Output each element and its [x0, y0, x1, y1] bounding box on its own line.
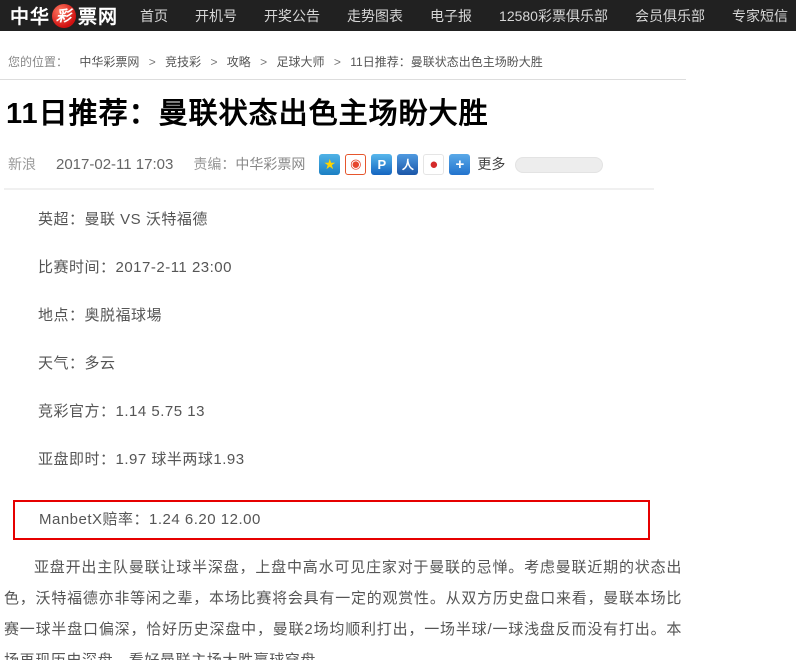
breadcrumb-separator: >: [260, 55, 267, 69]
renren-share-icon[interactable]: 人: [397, 154, 418, 175]
more-share-label[interactable]: 更多: [477, 154, 505, 174]
nav-item-trend-charts[interactable]: 走势图表: [347, 6, 403, 26]
info-line-league: 英超：曼联 VS 沃特福德: [38, 212, 796, 228]
article-meta-row: 新浪 2017-02-11 17:03 责编： 中华彩票网 ★ ◉ P 人 ● …: [8, 153, 796, 175]
breadcrumb-link-jingjicai[interactable]: 竞技彩: [165, 55, 201, 69]
share-count-bubble: [515, 157, 603, 173]
editor-name: 中华彩票网: [235, 154, 305, 174]
qzone-share-icon[interactable]: ★: [319, 154, 340, 175]
breadcrumb-link-football-master[interactable]: 足球大师: [277, 55, 325, 69]
top-navbar: 中华 彩 票网 首页 开机号 开奖公告 走势图表 电子报 12580彩票俱乐部 …: [0, 0, 796, 31]
nav-item-draw-announcements[interactable]: 开奖公告: [264, 6, 320, 26]
nav-item-kaijihao[interactable]: 开机号: [195, 6, 237, 26]
nav-item-expert-sms[interactable]: 专家短信: [732, 6, 788, 26]
breadcrumb-separator: >: [334, 55, 341, 69]
nav-item-member-club[interactable]: 会员俱乐部: [635, 6, 705, 26]
publish-datetime: 2017-02-11 17:03: [56, 156, 173, 173]
info-line-match-time: 比赛时间：2017-2-11 23:00: [38, 260, 796, 276]
breadcrumb-separator: >: [210, 55, 217, 69]
page: 中华 彩 票网 首页 开机号 开奖公告 走势图表 电子报 12580彩票俱乐部 …: [0, 0, 796, 660]
sina-weibo-share-icon[interactable]: ◉: [345, 154, 366, 175]
breadcrumb-separator: >: [149, 55, 156, 69]
breadcrumb-prefix: 您的位置：: [8, 55, 68, 69]
breadcrumb-link-gonglue[interactable]: 攻略: [227, 55, 251, 69]
site-logo[interactable]: 中华 彩 票网: [10, 2, 118, 29]
analysis-paragraph: 亚盘开出主队曼联让球半深盘，上盘中高水可见庄家对于曼联的忌惮。考虑曼联近期的状态…: [4, 552, 682, 660]
info-line-weather: 天气：多云: [38, 356, 796, 372]
info-line-official-odds: 竞彩官方：1.14 5.75 13: [38, 404, 796, 420]
nav-item-12580-club[interactable]: 12580彩票俱乐部: [499, 6, 608, 26]
breadcrumb: 您的位置： 中华彩票网 > 竞技彩 > 攻略 > 足球大师 > 11日推荐：曼联…: [0, 31, 796, 70]
info-line-asian-handicap: 亚盘即时：1.97 球半两球1.93: [38, 452, 796, 468]
info-line-venue: 地点：奥脱福球場: [38, 308, 796, 324]
breadcrumb-current: 11日推荐：曼联状态出色主场盼大胜: [350, 55, 542, 69]
breadcrumb-divider: [0, 79, 686, 80]
logo-text-suffix: 票网: [78, 2, 118, 29]
article-body: 英超：曼联 VS 沃特福德 比赛时间：2017-2-11 23:00 地点：奥脱…: [0, 212, 796, 660]
source-label: 新浪: [8, 154, 36, 174]
nav-item-epaper[interactable]: 电子报: [430, 6, 472, 26]
share-bar: ★ ◉ P 人 ● + 更多: [319, 154, 603, 175]
more-share-plus-icon[interactable]: +: [449, 154, 470, 175]
editor-label: 责编：: [193, 154, 235, 174]
nav-item-home[interactable]: 首页: [140, 6, 168, 26]
breadcrumb-link-home[interactable]: 中华彩票网: [79, 55, 139, 69]
manbetx-odds-highlight-box: ManbetX赔率：1.24 6.20 12.00: [13, 500, 650, 540]
logo-red-circle-icon: 彩: [52, 4, 76, 28]
page-title: 11日推荐：曼联状态出色主场盼大胜: [6, 97, 796, 131]
tencent-weibo-share-icon[interactable]: P: [371, 154, 392, 175]
manbetx-odds-text: ManbetX赔率：1.24 6.20 12.00: [39, 511, 261, 528]
meta-divider: [4, 188, 654, 190]
logo-text-prefix: 中华: [10, 2, 50, 29]
red-circle-share-icon[interactable]: ●: [423, 154, 444, 175]
